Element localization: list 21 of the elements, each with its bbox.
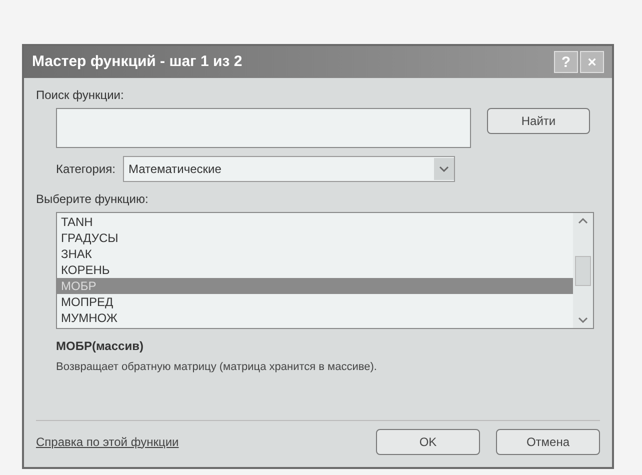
search-field[interactable] (56, 108, 471, 148)
list-item[interactable]: МОПРЕД (57, 294, 573, 310)
function-description: Возвращает обратную матрицу (матрица хранится в массиве). (56, 360, 378, 375)
category-dropdown[interactable]: Математические (123, 156, 456, 182)
list-label: Выберите функцию: (36, 191, 150, 208)
list-item[interactable]: TANH (57, 214, 573, 230)
scrollbar[interactable] (573, 213, 593, 328)
help-link[interactable]: Справка по этой функции (36, 432, 179, 450)
function-signature: МОБР(массив) (56, 338, 144, 355)
find-button[interactable]: Найти (487, 108, 590, 134)
list-item[interactable]: КОРЕНЬ (57, 262, 573, 278)
list-item[interactable]: ЗНАК (57, 246, 573, 262)
list-item[interactable]: ГРАДУСЫ (57, 230, 573, 246)
scroll-thumb[interactable] (575, 256, 591, 286)
window-title: Мастер функций - шаг 1 из 2 (32, 52, 242, 72)
ok-button[interactable]: OK (376, 428, 480, 454)
caret-icon (434, 158, 454, 180)
category-label: Категория: (56, 161, 116, 178)
search-label: Поиск функции: (36, 87, 125, 104)
list-item[interactable]: МУМНОЖ (57, 310, 573, 326)
cancel-button[interactable]: Отмена (496, 428, 600, 454)
